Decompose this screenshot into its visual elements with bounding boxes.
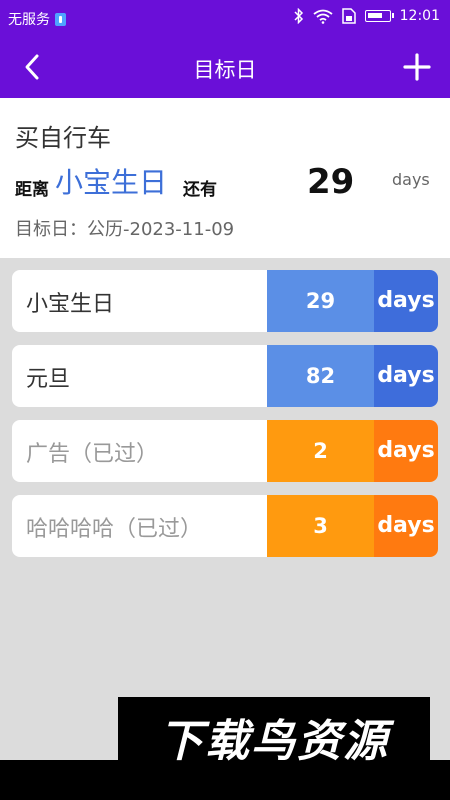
summary-prefix: 距离	[15, 180, 49, 200]
status-right: 12:01	[294, 8, 440, 24]
event-row-name: 小宝生日	[26, 292, 115, 317]
countdown-summary: 买自行车 距离 小宝生日 还有 29 days 目标日：公历-2023-11-0…	[0, 98, 450, 258]
event-row-count: 29	[267, 270, 374, 332]
sim-icon	[341, 8, 356, 24]
event-row[interactable]: 广告（已过） 2 days	[12, 420, 438, 482]
summary-line: 距离 小宝生日 还有 29 days	[15, 160, 435, 202]
event-row[interactable]: 小宝生日 29 days	[12, 270, 438, 332]
event-row-unit: days	[374, 345, 438, 407]
summary-suffix: 还有	[183, 180, 217, 200]
battery-icon	[364, 10, 394, 22]
event-row-name: 元旦	[26, 367, 71, 392]
event-row-unit: days	[374, 270, 438, 332]
watermark: 下载鸟资源	[118, 697, 430, 800]
event-row[interactable]: 元旦 82 days	[12, 345, 438, 407]
event-row-name: 广告（已过）	[26, 442, 159, 467]
summary-event-name: 小宝生日	[55, 166, 168, 199]
wifi-icon	[313, 9, 333, 24]
summary-count: 29	[307, 162, 355, 202]
target-date: 目标日：公历-2023-11-09	[15, 219, 235, 240]
usb-icon	[55, 12, 66, 26]
plus-icon[interactable]	[402, 52, 432, 82]
summary-unit: days	[392, 170, 430, 189]
event-row-unit: days	[374, 420, 438, 482]
summary-title: 买自行车	[15, 124, 111, 152]
event-row-count: 2	[267, 420, 374, 482]
clock-text: 12:01	[399, 8, 440, 24]
battery-level	[367, 13, 382, 18]
status-left: 无服务	[8, 9, 66, 29]
status-bar: 无服务 12:01	[0, 0, 450, 36]
bluetooth-icon	[294, 8, 303, 24]
event-row[interactable]: 哈哈哈哈（已过） 3 days	[12, 495, 438, 557]
event-row-count: 82	[267, 345, 374, 407]
event-row-count: 3	[267, 495, 374, 557]
carrier-text: 无服务	[8, 12, 50, 28]
page-title: 目标日	[193, 58, 257, 82]
event-list: 小宝生日 29 days 元旦 82 days 广告（已过） 2 days 哈哈…	[12, 270, 438, 570]
event-row-unit: days	[374, 495, 438, 557]
event-row-name: 哈哈哈哈（已过）	[26, 517, 203, 542]
app-bar: 目标日	[0, 36, 450, 98]
